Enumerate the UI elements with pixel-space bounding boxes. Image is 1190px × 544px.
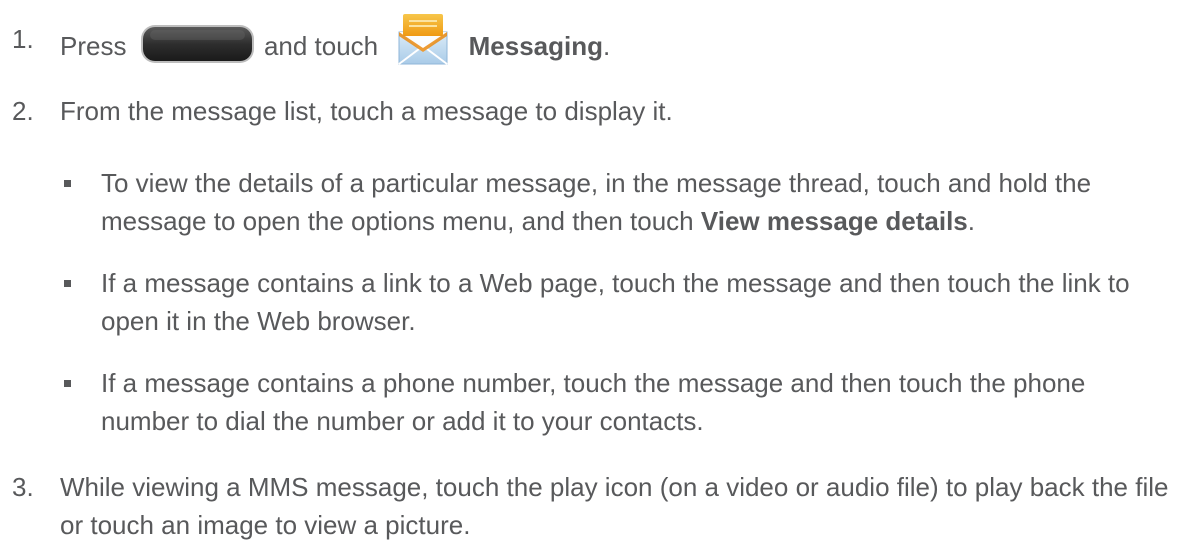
messaging-icon <box>395 12 451 68</box>
step-body: From the message list, touch a message t… <box>60 96 673 126</box>
instruction-document: 1. Press and touch Messaging. 2. From th… <box>0 0 1190 544</box>
step-text-mid: and touch <box>263 30 379 61</box>
home-key-icon <box>140 24 255 64</box>
step-text-pre: Press <box>60 30 127 61</box>
bullet-marker <box>64 180 71 187</box>
bullet-marker <box>64 380 71 387</box>
messaging-label: Messaging <box>468 30 603 61</box>
step-body: While viewing a MMS message, touch the p… <box>60 472 1169 540</box>
step-text-post: . <box>603 30 611 61</box>
step-body: Press and touch Messaging. <box>60 14 1175 76</box>
bullet-text: If a message contains a link to a Web pa… <box>101 268 1130 336</box>
bullet-text: If a message contains a phone number, to… <box>101 368 1086 436</box>
bullet-text: To view the details of a particular mess… <box>101 164 1176 240</box>
bullet-marker <box>64 280 71 287</box>
bullet-text-post: . <box>967 206 976 236</box>
step-number: 3. <box>12 472 34 502</box>
step-number: 1. <box>12 24 34 54</box>
view-message-details-label: View message details <box>700 206 968 236</box>
step-number: 2. <box>12 96 34 126</box>
